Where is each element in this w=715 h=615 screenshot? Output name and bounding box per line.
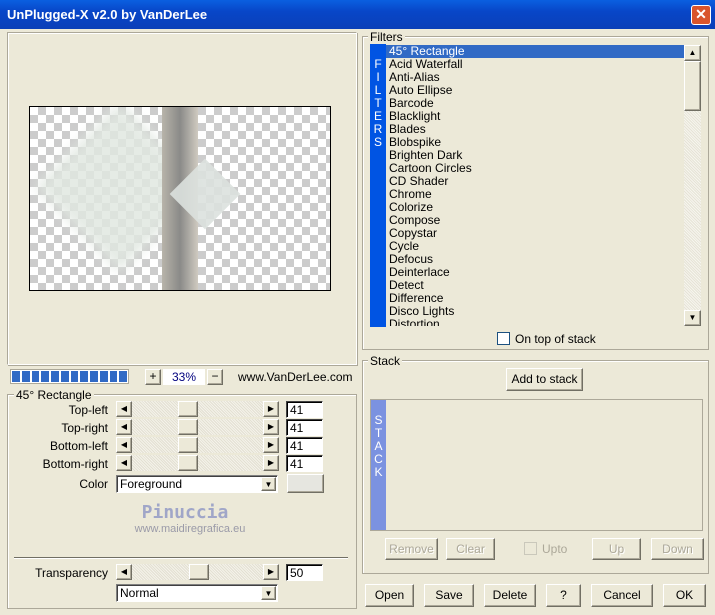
color-swatch[interactable] bbox=[287, 474, 324, 493]
slider-label: Top-left bbox=[68, 403, 108, 417]
watermark-name: Pinuccia bbox=[141, 502, 229, 523]
arrow-left-icon[interactable]: ◀ bbox=[116, 401, 132, 417]
arrow-right-icon[interactable]: ▶ bbox=[263, 564, 279, 580]
slider-thumb[interactable] bbox=[178, 401, 198, 417]
zoom-out-button[interactable]: − bbox=[207, 369, 223, 385]
progress-segment bbox=[51, 371, 59, 382]
progress-segment bbox=[12, 371, 20, 382]
progress-segment bbox=[21, 371, 30, 382]
cancel-button[interactable]: Cancel bbox=[591, 584, 653, 607]
save-button[interactable]: Save bbox=[424, 584, 474, 607]
filter-item[interactable]: Copystar bbox=[386, 227, 684, 240]
on-top-label: On top of stack bbox=[515, 332, 596, 346]
on-top-checkbox[interactable] bbox=[497, 332, 510, 345]
progress-segment bbox=[41, 371, 49, 382]
transparency-input[interactable]: 50 bbox=[286, 564, 323, 581]
slider[interactable]: ◀ ▶ bbox=[116, 437, 279, 453]
slider[interactable]: ◀ ▶ bbox=[116, 455, 279, 471]
scroll-thumb[interactable] bbox=[684, 61, 701, 111]
filters-sidebar: FILTERS bbox=[370, 44, 386, 327]
arrow-right-icon[interactable]: ▶ bbox=[263, 419, 279, 435]
sidebar-letter: K bbox=[374, 465, 383, 479]
slider-label: Top-right bbox=[61, 421, 108, 435]
vanderlee-link[interactable]: www.VanDerLee.com bbox=[238, 370, 353, 384]
chevron-down-icon[interactable]: ▼ bbox=[261, 586, 276, 600]
slider-value-input[interactable]: 41 bbox=[286, 419, 323, 436]
chevron-down-icon[interactable]: ▼ bbox=[261, 477, 276, 491]
arrow-left-icon[interactable]: ◀ bbox=[116, 437, 132, 453]
delete-button[interactable]: Delete bbox=[484, 584, 536, 607]
stack-list[interactable] bbox=[370, 399, 703, 531]
progress-segment bbox=[31, 371, 40, 382]
up-button[interactable]: Up bbox=[592, 538, 641, 560]
slider-thumb[interactable] bbox=[178, 437, 198, 453]
progress-segment bbox=[80, 371, 88, 382]
progress-segment bbox=[119, 371, 127, 382]
zoom-in-button[interactable]: + bbox=[145, 369, 161, 385]
slider-value-input[interactable]: 41 bbox=[286, 401, 323, 418]
slider[interactable]: ◀ ▶ bbox=[116, 419, 279, 435]
slider-thumb[interactable] bbox=[189, 564, 209, 580]
transparency-slider[interactable]: ◀ ▶ bbox=[116, 564, 279, 580]
progress-segment bbox=[90, 371, 98, 382]
slider[interactable]: ◀ ▶ bbox=[116, 401, 279, 417]
progress-bar bbox=[10, 369, 129, 384]
color-select-value: Foreground bbox=[120, 477, 183, 491]
ok-button[interactable]: OK bbox=[663, 584, 706, 607]
progress-segment bbox=[109, 371, 118, 382]
arrow-left-icon[interactable]: ◀ bbox=[116, 564, 132, 580]
scroll-down-icon[interactable]: ▼ bbox=[684, 310, 701, 326]
progress-segment bbox=[60, 371, 69, 382]
upto-label: Upto bbox=[542, 542, 568, 556]
zoom-level: 33% bbox=[163, 369, 205, 385]
filter-item[interactable]: Distortion bbox=[386, 318, 684, 327]
help-button[interactable]: ? bbox=[546, 584, 581, 607]
arrow-right-icon[interactable]: ▶ bbox=[263, 455, 279, 471]
arrow-left-icon[interactable]: ◀ bbox=[116, 455, 132, 471]
blend-mode-select[interactable]: Normal ▼ bbox=[116, 584, 278, 602]
down-button[interactable]: Down bbox=[651, 538, 704, 560]
window-title: UnPlugged-X v2.0 by VanDerLee bbox=[7, 7, 208, 22]
slider-thumb[interactable] bbox=[178, 419, 198, 435]
divider bbox=[14, 557, 348, 559]
upto-checkbox[interactable] bbox=[524, 542, 537, 555]
blend-mode-value: Normal bbox=[120, 586, 159, 600]
filters-scrollbar[interactable]: ▲ ▼ bbox=[684, 45, 701, 326]
arrow-right-icon[interactable]: ▶ bbox=[263, 437, 279, 453]
open-button[interactable]: Open bbox=[365, 584, 414, 607]
filter-item[interactable]: Deinterlace bbox=[386, 266, 684, 279]
transparency-label: Transparency bbox=[35, 566, 108, 580]
stack-group-label: Stack bbox=[368, 354, 403, 368]
arrow-left-icon[interactable]: ◀ bbox=[116, 419, 132, 435]
color-label: Color bbox=[79, 477, 108, 491]
close-button[interactable]: ✕ bbox=[691, 5, 711, 25]
filters-group-label: Filters bbox=[368, 30, 405, 44]
slider-value-input[interactable]: 41 bbox=[286, 437, 323, 454]
arrow-right-icon[interactable]: ▶ bbox=[263, 401, 279, 417]
add-to-stack-button[interactable]: Add to stack bbox=[506, 368, 583, 391]
slider-label: Bottom-left bbox=[49, 439, 108, 453]
clear-button[interactable]: Clear bbox=[446, 538, 495, 560]
watermark-url: www.maidiregrafica.eu bbox=[134, 523, 246, 535]
preview-image[interactable] bbox=[29, 106, 331, 291]
remove-button[interactable]: Remove bbox=[385, 538, 438, 560]
progress-segment bbox=[99, 371, 108, 382]
stack-sidebar: STACK bbox=[371, 400, 386, 530]
slider-value-input[interactable]: 41 bbox=[286, 455, 323, 472]
slider-label: Bottom-right bbox=[42, 457, 108, 471]
sidebar-letter: S bbox=[373, 135, 382, 149]
filter-item[interactable]: Blacklight bbox=[386, 110, 684, 123]
color-select[interactable]: Foreground ▼ bbox=[116, 475, 278, 493]
progress-segment bbox=[70, 371, 79, 382]
filters-list[interactable]: 45° Rectangle Acid Waterfall Anti-Alias Aut… bbox=[386, 45, 684, 326]
slider-thumb[interactable] bbox=[178, 455, 198, 471]
scroll-up-icon[interactable]: ▲ bbox=[684, 45, 701, 61]
settings-group-label: 45° Rectangle bbox=[14, 388, 94, 402]
